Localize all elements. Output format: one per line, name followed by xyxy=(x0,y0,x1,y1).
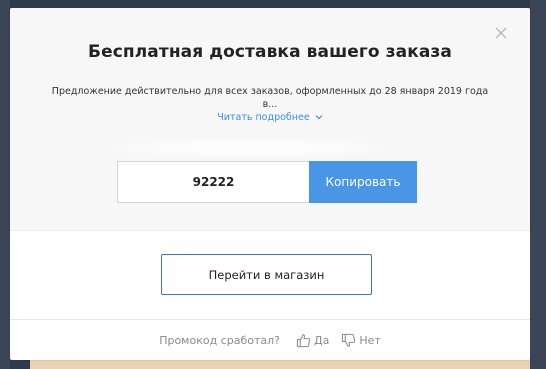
promo-modal: Бесплатная доставка вашего заказа Предло… xyxy=(10,8,530,360)
thumbs-up-icon xyxy=(296,334,311,348)
page-background-right xyxy=(530,0,546,369)
offer-description: Предложение действительно для всех заказ… xyxy=(51,86,489,110)
footer-divider xyxy=(10,319,530,320)
promo-code-field[interactable]: 92222 xyxy=(117,161,309,203)
thumbs-down-icon xyxy=(342,333,356,347)
modal-title: Бесплатная доставка вашего заказа xyxy=(88,42,452,62)
feedback-no-button[interactable]: Нет xyxy=(341,333,381,348)
copy-button[interactable]: Копировать xyxy=(309,161,417,203)
page-background-left xyxy=(0,0,10,369)
feedback-row: Промокод сработал? Да Нет xyxy=(10,333,530,348)
feedback-no-label: Нет xyxy=(359,334,381,347)
chevron-down-icon xyxy=(315,114,323,119)
close-button[interactable] xyxy=(494,26,508,40)
read-more-link[interactable]: Читать подробнее xyxy=(10,112,530,123)
read-more-label: Читать подробнее xyxy=(217,112,310,123)
feedback-question: Промокод сработал? xyxy=(159,334,280,347)
blur-overlay xyxy=(110,138,390,158)
feedback-yes-button[interactable]: Да xyxy=(296,333,329,348)
close-icon xyxy=(495,27,507,39)
go-to-shop-button[interactable]: Перейти в магазин xyxy=(161,254,372,295)
feedback-yes-label: Да xyxy=(314,334,330,347)
promo-code-value: 92222 xyxy=(192,175,235,189)
